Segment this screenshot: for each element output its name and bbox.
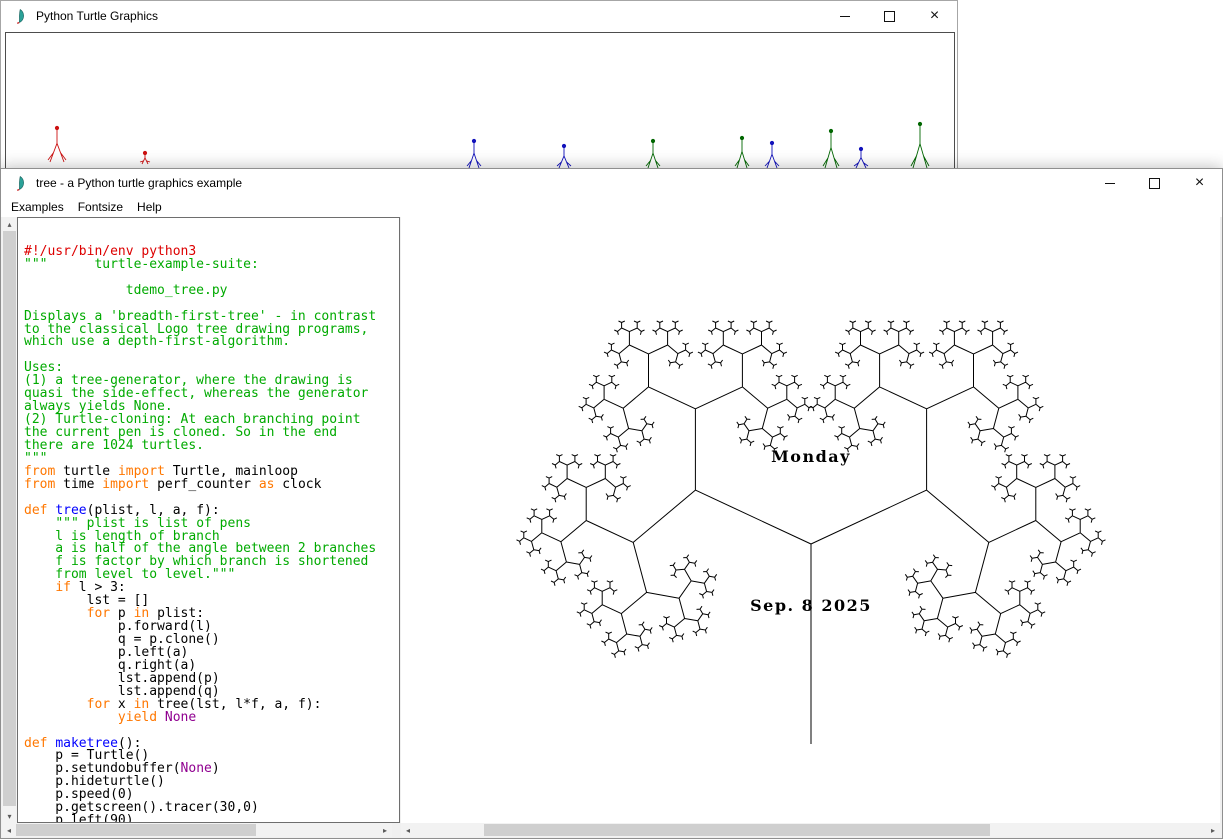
code-line: p.left(90)	[24, 815, 399, 823]
menu-item-fontsize[interactable]: Fontsize	[71, 198, 130, 216]
close-icon: ×	[1195, 175, 1204, 191]
canvas-scrollbar-horizontal[interactable]: ◂ ▸	[401, 823, 1220, 837]
scroll-up-arrow[interactable]: ▴	[2, 217, 17, 231]
fractal-tree-path	[517, 321, 1106, 744]
scroll-left-arrow[interactable]: ◂	[2, 823, 16, 837]
maximize-icon	[1149, 178, 1160, 189]
code-line: tdemo_tree.py	[24, 285, 399, 298]
window-title: Python Turtle Graphics	[36, 9, 158, 23]
scroll-right-arrow[interactable]: ▸	[378, 823, 392, 837]
scroll-thumb[interactable]	[16, 824, 256, 836]
canvas-text-label: Monday	[771, 447, 851, 466]
maximize-icon	[884, 11, 895, 22]
window-controls: ×	[1087, 169, 1222, 197]
scroll-left-arrow[interactable]: ◂	[401, 823, 415, 837]
maximize-button[interactable]	[867, 1, 912, 31]
close-button[interactable]: ×	[1177, 169, 1222, 197]
close-icon: ×	[930, 8, 939, 24]
code-line: yield None	[24, 712, 399, 725]
scroll-down-arrow[interactable]: ▾	[2, 809, 17, 823]
menubar: Examples Fontsize Help	[1, 197, 1222, 217]
code-line: which use a depth-first-algorithm.	[24, 336, 399, 349]
code-scrollbar-horizontal[interactable]: ◂ ▸	[2, 823, 392, 837]
code-line: from time import perf_counter as clock	[24, 479, 399, 492]
menu-item-examples[interactable]: Examples	[4, 198, 71, 216]
code-line: there are 1024 turtles.	[24, 440, 399, 453]
minimize-icon	[1105, 183, 1115, 184]
scroll-right-arrow[interactable]: ▸	[1206, 823, 1220, 837]
code-line: """ turtle-example-suite:	[24, 259, 399, 272]
canvas-text-label: Sep. 8 2025	[750, 596, 872, 615]
desktop: { "colors": { "c": "#dd0000", "s": "#00a…	[0, 0, 1223, 839]
code-text: #!/usr/bin/env python3""" turtle-example…	[24, 246, 399, 823]
pane-sash[interactable]	[393, 217, 401, 823]
tree-drawing: Monday Sep. 8 2025	[401, 217, 1217, 823]
tk-feather-icon	[12, 175, 28, 191]
window-controls: ×	[822, 1, 957, 31]
window-titlebar[interactable]: tree - a Python turtle graphics example …	[1, 169, 1222, 197]
code-pane[interactable]: #!/usr/bin/env python3""" turtle-example…	[17, 217, 400, 823]
minimize-button[interactable]	[822, 1, 867, 31]
minimize-button[interactable]	[1087, 169, 1132, 197]
menu-item-help[interactable]: Help	[130, 198, 169, 216]
tree-demo-window: tree - a Python turtle graphics example …	[0, 168, 1223, 839]
canvas-pane: Monday Sep. 8 2025	[401, 217, 1220, 823]
tk-feather-icon	[12, 8, 28, 24]
scroll-thumb[interactable]	[3, 231, 16, 806]
minimize-icon	[840, 16, 850, 17]
scroll-thumb[interactable]	[484, 824, 990, 836]
window-title: tree - a Python turtle graphics example	[36, 176, 242, 190]
code-line	[24, 349, 399, 362]
close-button[interactable]: ×	[912, 1, 957, 31]
maximize-button[interactable]	[1132, 169, 1177, 197]
code-scrollbar-vertical[interactable]: ▴ ▾	[2, 217, 17, 823]
window-titlebar[interactable]: Python Turtle Graphics ×	[1, 1, 957, 31]
